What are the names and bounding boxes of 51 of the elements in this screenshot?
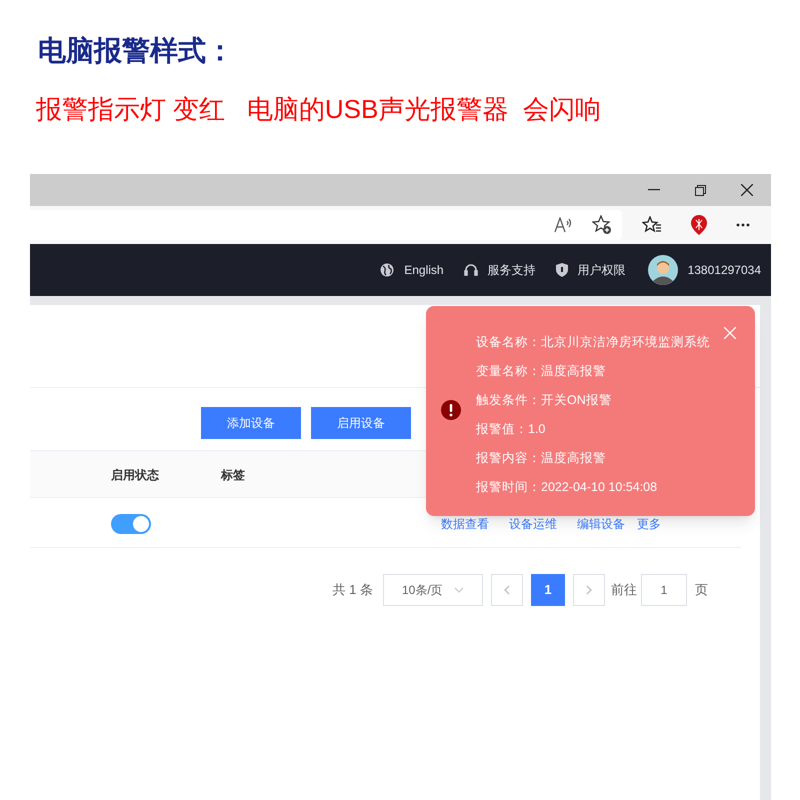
avatar-icon[interactable]: [648, 255, 678, 285]
page-suffix: 页: [695, 581, 708, 600]
action-link[interactable]: 更多: [637, 515, 661, 533]
nav-link[interactable]: 服务支持: [464, 261, 536, 279]
alert-label: 报警内容：: [476, 450, 541, 467]
error-icon: [441, 400, 461, 420]
alert-value: 温度高报警: [541, 363, 606, 380]
page-size-select[interactable]: 10条/页: [383, 574, 483, 606]
nav-link[interactable]: English: [380, 261, 444, 279]
close-icon: [724, 327, 736, 339]
page-heading: 电脑报警样式：: [38, 34, 234, 68]
alert-label: 触发条件：: [476, 392, 541, 409]
user-name[interactable]: 13801297034: [688, 261, 761, 279]
alert-value: 2022-04-10 10:54:08: [541, 479, 658, 496]
toolbar-button[interactable]: 启用设备: [311, 407, 411, 439]
alert-label: 报警时间：: [476, 479, 541, 496]
favorites-icon[interactable]: [642, 216, 662, 234]
alert-label: 设备名称：: [476, 334, 541, 351]
restore-icon[interactable]: [695, 184, 706, 196]
alert-value: 1.0: [528, 421, 546, 438]
action-link[interactable]: 编辑设备: [577, 515, 625, 533]
headset-icon: [464, 263, 478, 277]
minimize-icon[interactable]: [648, 189, 660, 191]
add-favorite-icon[interactable]: [592, 215, 612, 235]
close-button[interactable]: [724, 326, 738, 340]
action-link[interactable]: 数据查看: [441, 515, 489, 533]
alert-label: 报警值：: [476, 421, 528, 438]
chevron-right-icon: [586, 585, 592, 595]
extension-icon[interactable]: [690, 214, 708, 236]
more-icon[interactable]: [736, 223, 750, 227]
read-aloud-icon[interactable]: [554, 217, 572, 233]
page-button[interactable]: 1: [531, 574, 565, 606]
action-link[interactable]: 设备运维: [509, 515, 557, 533]
column-header: 启用状态: [111, 467, 159, 484]
close-icon[interactable]: [741, 184, 753, 196]
alert-label: 变量名称：: [476, 363, 541, 380]
chevron-down-icon: [454, 587, 464, 593]
chevron-left-icon: [504, 585, 510, 595]
toggle-switch[interactable]: [111, 514, 151, 534]
alert-value: 开关ON报警: [541, 392, 612, 409]
column-header: 标签: [221, 467, 245, 484]
alert-value: 北京川京洁净房环境监测系统: [541, 334, 710, 351]
toolbar-button[interactable]: 添加设备: [201, 407, 301, 439]
page-input[interactable]: 1: [641, 574, 687, 606]
total-count: 共 1 条: [332, 581, 373, 600]
shield-icon: [556, 263, 568, 277]
alert-value: 温度高报警: [541, 450, 606, 467]
page-subheading: 报警指示灯 变红 电脑的USB声光报警器 会闪响: [36, 93, 601, 126]
nav-link[interactable]: 用户权限: [556, 261, 626, 279]
globe-icon: [380, 263, 394, 277]
goto-label: 前往: [611, 581, 637, 600]
